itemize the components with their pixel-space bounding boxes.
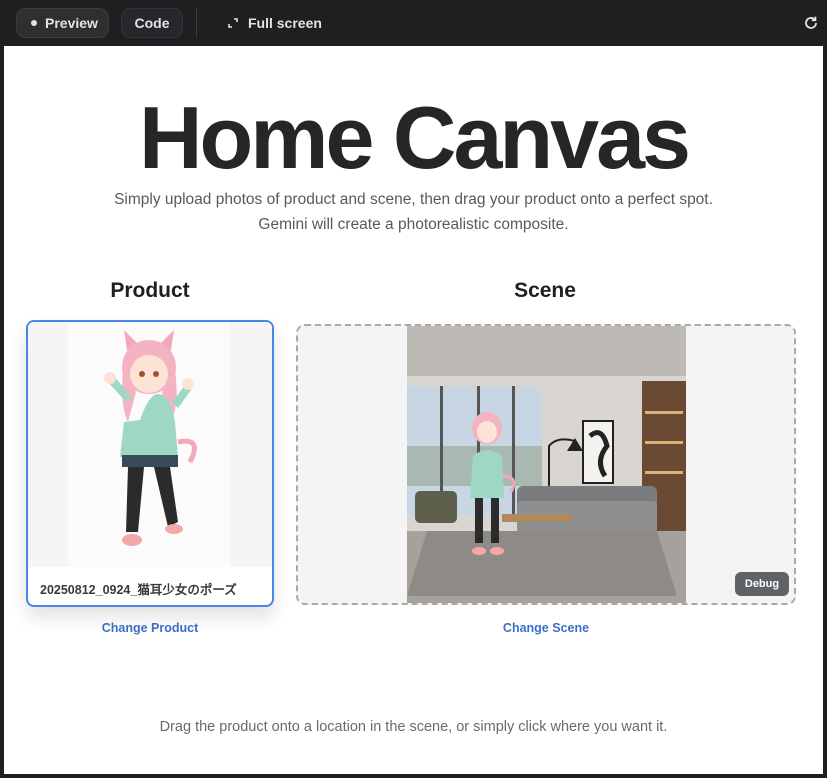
app-canvas: Home Canvas Simply upload photos of prod…: [4, 46, 823, 774]
page-title: Home Canvas: [138, 88, 691, 187]
change-product-link[interactable]: Change Product: [26, 621, 274, 635]
scene-heading: Scene: [514, 279, 576, 302]
page-subtitle: Simply upload photos of product and scen…: [4, 187, 823, 237]
product-heading: Product: [110, 279, 190, 302]
product-card[interactable]: 20250812_0924_猫耳少女のポーズ: [26, 320, 274, 607]
code-label: Code: [134, 15, 170, 31]
toolbar-divider: [196, 8, 197, 38]
product-filename: 20250812_0924_猫耳少女のポーズ: [40, 583, 237, 597]
instruction-hint: Drag the product onto a location in the …: [159, 719, 668, 735]
active-dot-icon: [31, 20, 37, 26]
debug-button[interactable]: Debug: [735, 572, 789, 596]
subtitle-line-1: Simply upload photos of product and scen…: [114, 191, 713, 208]
refresh-icon[interactable]: [802, 14, 820, 32]
top-toolbar: Preview Code Full screen: [0, 0, 827, 46]
product-image[interactable]: [28, 322, 272, 567]
scene-dropzone[interactable]: Debug: [296, 324, 796, 605]
preview-label: Preview: [45, 15, 98, 31]
code-tab[interactable]: Code: [121, 8, 183, 38]
preview-tab[interactable]: Preview: [16, 8, 109, 38]
scene-image[interactable]: [407, 326, 686, 603]
fullscreen-label: Full screen: [248, 15, 322, 31]
expand-icon: [228, 18, 238, 28]
subtitle-line-2: Gemini will create a photorealistic comp…: [258, 216, 569, 233]
fullscreen-button[interactable]: Full screen: [222, 8, 332, 38]
change-scene-link[interactable]: Change Scene: [296, 621, 796, 635]
